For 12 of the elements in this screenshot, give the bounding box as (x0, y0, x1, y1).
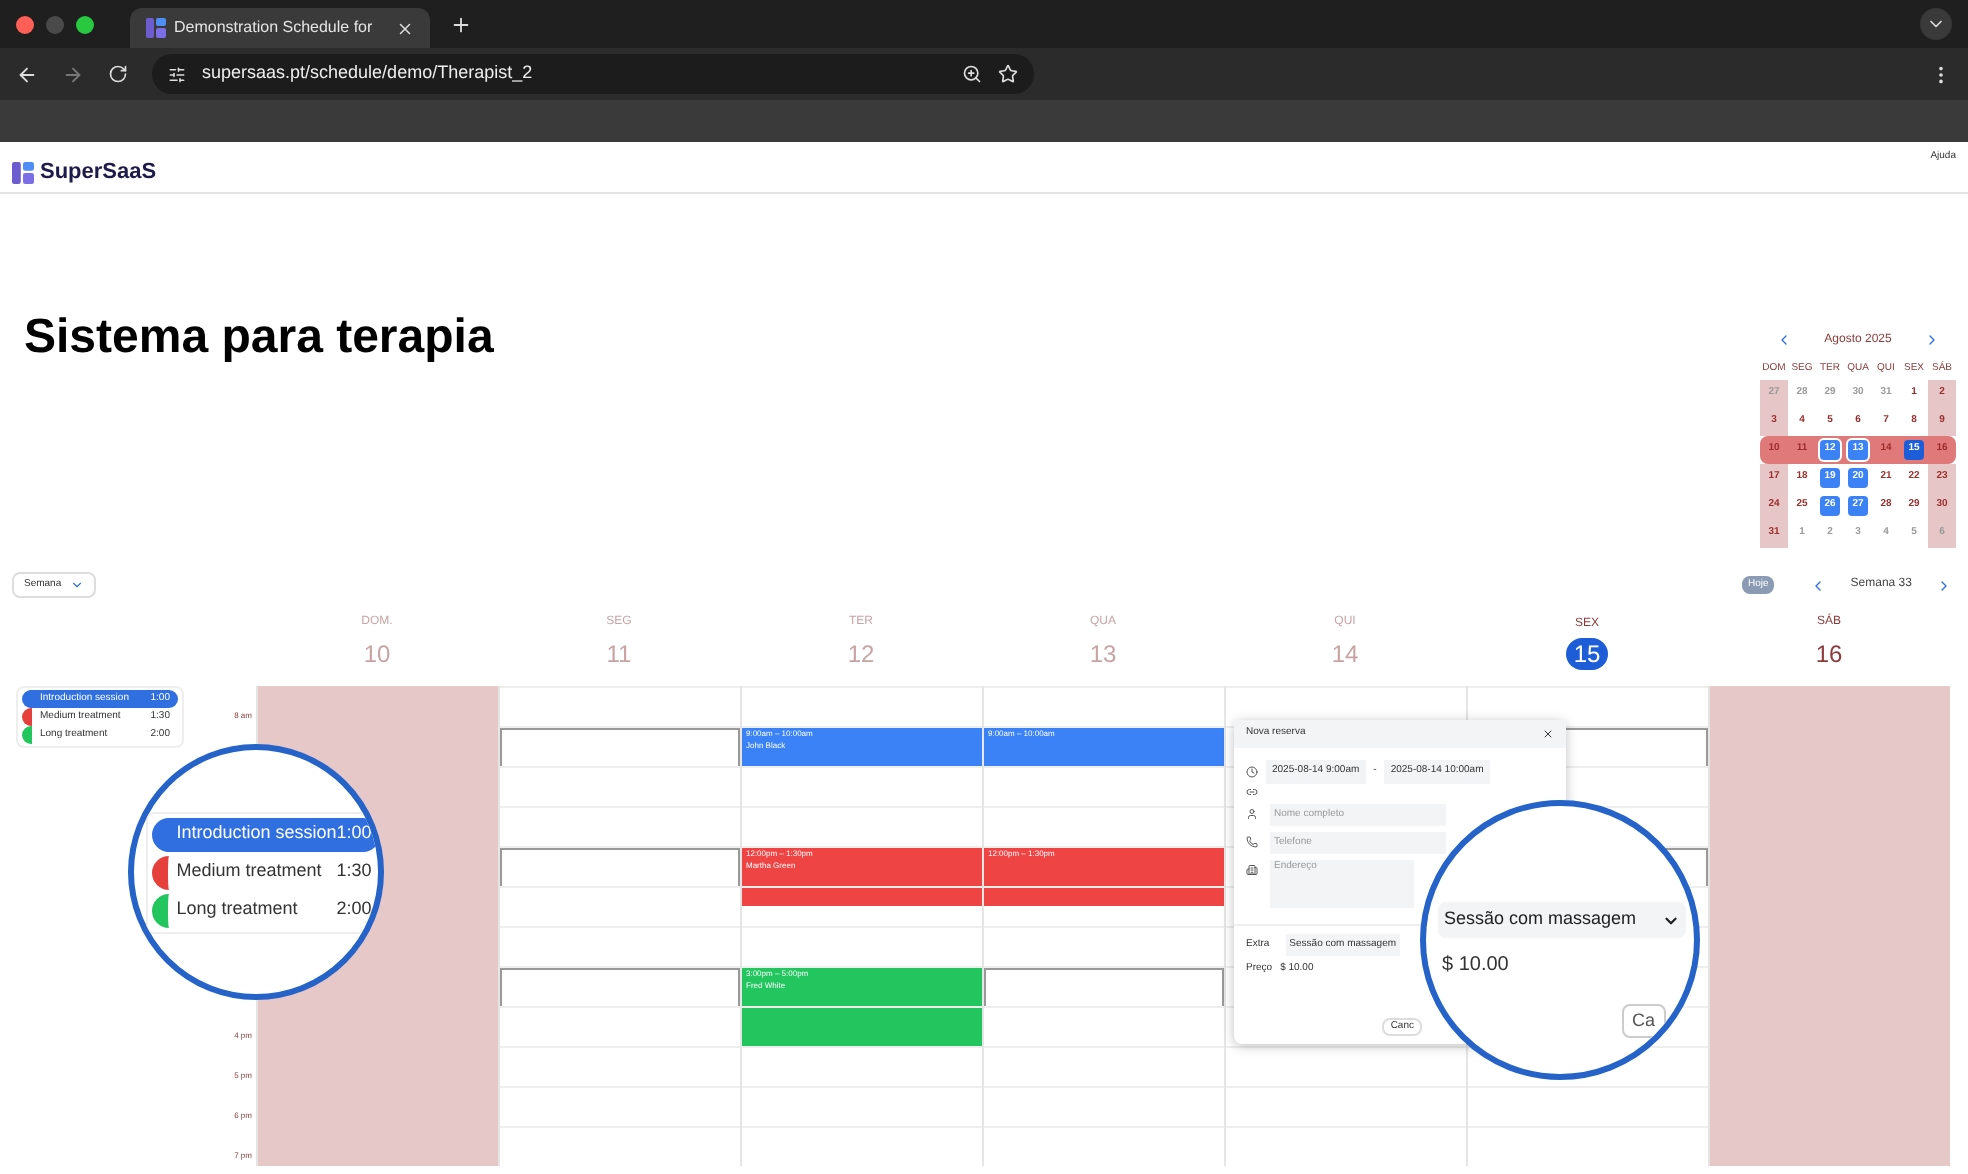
day-number[interactable]: 16 (1815, 636, 1843, 672)
browser-tab[interactable]: Demonstration Schedule for (130, 8, 430, 48)
cancel-button[interactable]: Ca (1622, 1004, 1666, 1038)
service-item[interactable]: Long treatment 2:00 (152, 893, 378, 927)
service-item[interactable]: Introduction session1:00 (152, 817, 378, 851)
day-number[interactable]: 15 (1566, 638, 1608, 670)
address-bar[interactable]: supersaas.pt/schedule/demo/Therapist_2 (152, 54, 1033, 94)
extra-select[interactable]: Sessão com massagem (1438, 902, 1686, 938)
page-title: Sistema para terapia (24, 308, 494, 368)
site-logo[interactable]: SuperSaaS (12, 156, 157, 189)
price-value: $ 10.00 (1442, 952, 1511, 980)
service-item[interactable]: Medium treatment 1:30 (152, 855, 378, 889)
